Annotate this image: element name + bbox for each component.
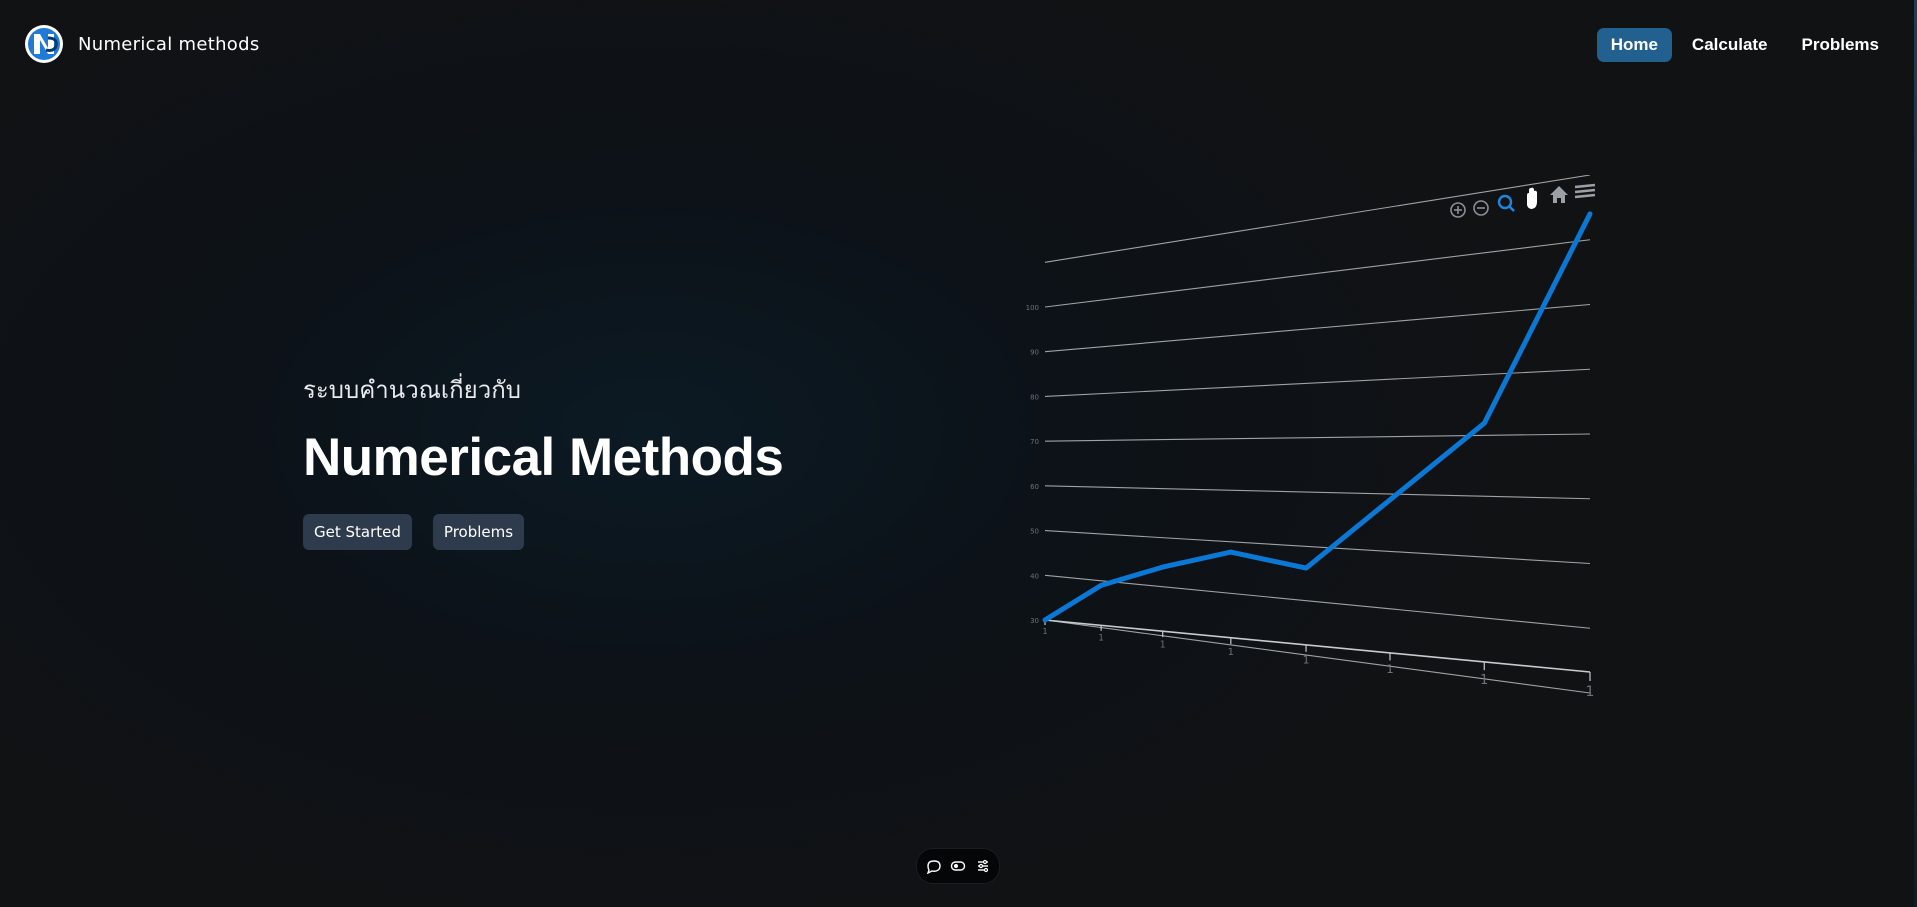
sliders-icon[interactable] [975,858,991,874]
get-started-button[interactable]: Get Started [303,514,412,550]
x-tick-label: 1 [1228,647,1234,658]
pan-icon[interactable] [1527,187,1537,209]
y-tick-label: 80 [1030,393,1039,401]
problems-button[interactable]: Problems [432,514,525,550]
x-tick-label: 1 [1160,639,1166,650]
grid-line [1044,303,1591,353]
grid-line [1044,619,1591,694]
home-icon[interactable] [1550,186,1568,203]
grid-line [1044,175,1591,263]
nav-links: Home Calculate Problems [1596,28,1893,62]
x-tick-label: 1 [1042,627,1047,636]
brand-name: Numerical methods [78,33,260,55]
hero-title: Numerical Methods [303,428,784,487]
grid-line [1044,433,1591,442]
chart-series [1042,211,1593,623]
hero: ระบบคำนวณเกี่ยวกับ Numerical Methods Get… [303,370,784,550]
nm-logo-icon [25,25,63,63]
x-tick-label: 1 [1586,684,1595,700]
y-tick-label: 70 [1030,438,1039,446]
floating-toolbar [916,848,1000,884]
nav-calculate-link[interactable]: Calculate [1678,28,1782,62]
y-tick-label: 40 [1030,572,1039,580]
zoom-out-icon[interactable] [1473,200,1489,216]
hero-subtitle: ระบบคำนวณเกี่ยวกับ [303,376,521,404]
x-axis-line [1044,619,1591,673]
menu-icon[interactable] [1574,183,1596,199]
brand[interactable]: Numerical methods [24,24,260,64]
x-tick-label: 1 [1386,662,1394,676]
y-tick-label: 60 [1030,483,1039,491]
y-tick-label: 30 [1030,617,1039,625]
selection-zoom-icon[interactable] [1497,194,1515,212]
navbar: Numerical methods Home Calculate Problem… [0,0,1917,90]
chart-grid [1044,175,1591,694]
chart-axes: 30 40 50 60 70 80 90 100 1 1 1 1 1 1 1 1 [1026,304,1595,700]
x-tick-label: 1 [1480,673,1488,688]
line-chart: 30 40 50 60 70 80 90 100 1 1 1 1 1 1 1 1 [1026,175,1596,700]
toggle-icon[interactable] [950,858,966,874]
y-tick-label: 100 [1026,304,1039,312]
hero-actions: Get Started Problems [303,514,783,550]
y-tick-label: 50 [1030,528,1039,536]
comment-icon[interactable] [926,858,942,874]
grid-line [1044,574,1591,629]
x-tick-label: 1 [1098,633,1103,643]
nav-home-link[interactable]: Home [1596,28,1672,62]
nav-problems-link[interactable]: Problems [1788,28,1893,62]
zoom-in-icon[interactable] [1450,202,1466,218]
chart-toolbar [1450,183,1596,218]
grid-line [1044,239,1591,308]
grid-line [1044,485,1591,500]
x-tick-label: 1 [1303,654,1310,667]
y-tick-label: 90 [1030,349,1039,357]
